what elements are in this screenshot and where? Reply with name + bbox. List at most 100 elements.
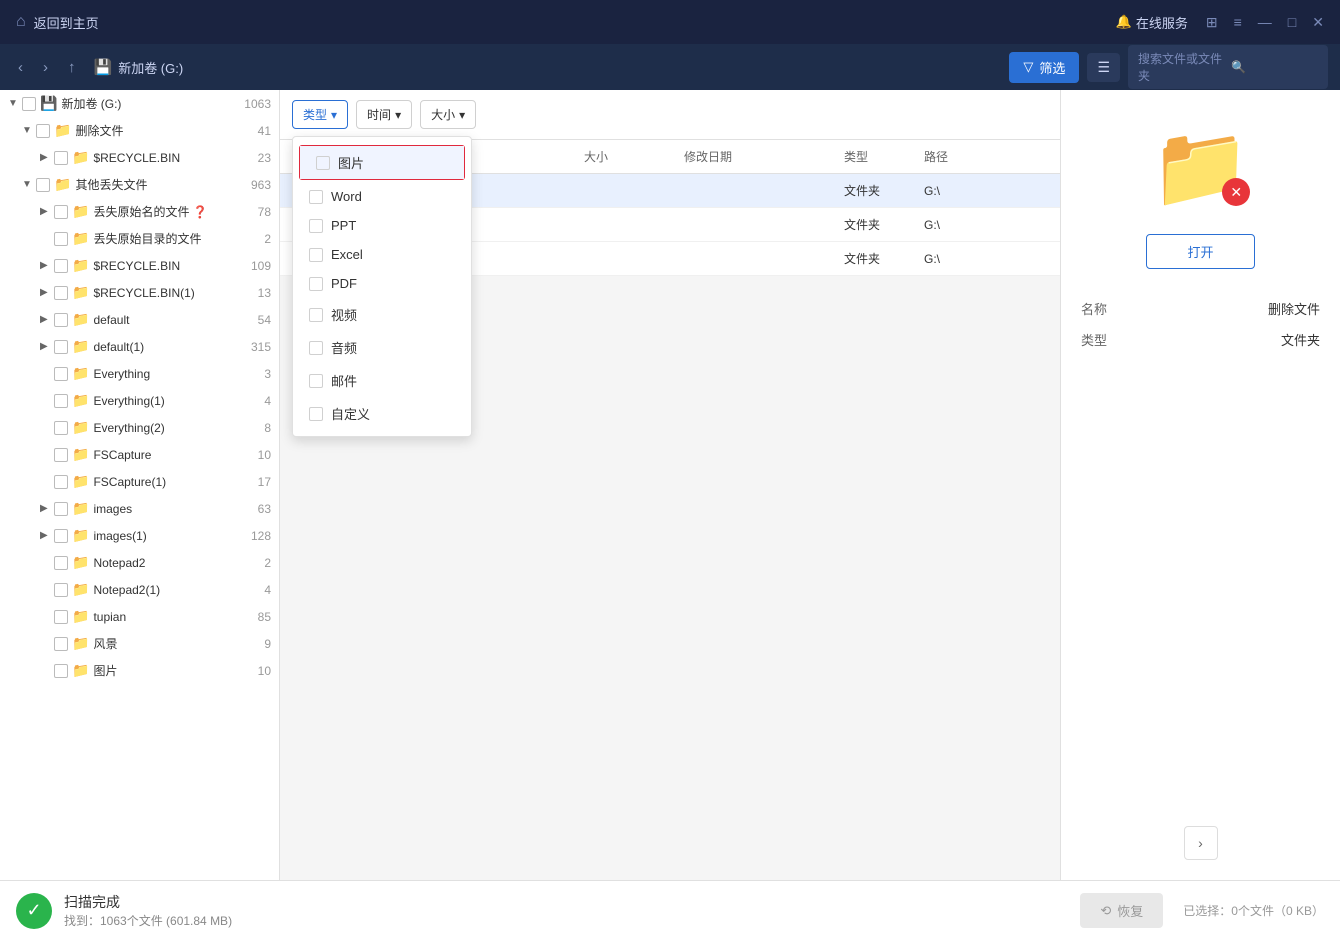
dropdown-item-pdf[interactable]: PDF <box>293 269 471 298</box>
tree-item-everything1[interactable]: 📁 Everything(1) 4 <box>0 387 279 414</box>
tree-item-images1[interactable]: ▶ 📁 images(1) 128 <box>0 522 279 549</box>
menu-button[interactable]: ☰ <box>1087 53 1120 82</box>
filter-icon: ▽ <box>1023 59 1033 75</box>
search-bar[interactable]: 搜索文件或文件夹 🔍 <box>1128 45 1328 89</box>
tree-checkbox[interactable] <box>54 394 68 408</box>
type-filter-dropdown[interactable]: 类型 ▾ <box>292 100 348 129</box>
tree-item-root[interactable]: ▼ 💾 新加卷 (G:) 1063 <box>0 90 279 117</box>
tree-item-tupian[interactable]: 📁 tupian 85 <box>0 603 279 630</box>
tree-checkbox[interactable] <box>54 664 68 678</box>
dropdown-item-excel[interactable]: Excel <box>293 240 471 269</box>
restore-button[interactable]: ⟲ 恢复 <box>1080 893 1163 928</box>
search-icon[interactable]: 🔍 <box>1231 60 1318 74</box>
forward-button[interactable]: › <box>37 55 54 80</box>
row-path: G:\ <box>924 184 1044 198</box>
tree-item-recycle1[interactable]: ▶ 📁 $RECYCLE.BIN 23 <box>0 144 279 171</box>
tree-count: 9 <box>241 637 271 651</box>
path-bar: 💾 新加卷 (G:) <box>94 58 184 77</box>
online-service[interactable]: 🔔 在线服务 <box>1116 13 1188 32</box>
tree-checkbox[interactable] <box>54 151 68 165</box>
dropdown-item-ppt[interactable]: PPT <box>293 211 471 240</box>
titlebar-right: 🔔 在线服务 ⊞ ≡ — □ ✕ <box>1116 13 1324 32</box>
tree-item-fscapture[interactable]: 📁 FSCapture 10 <box>0 441 279 468</box>
checkbox-email[interactable] <box>309 374 323 388</box>
tree-checkbox[interactable] <box>54 529 68 543</box>
tree-item-recycle2[interactable]: ▶ 📁 $RECYCLE.BIN 109 <box>0 252 279 279</box>
checkbox-image[interactable] <box>316 156 330 170</box>
tree-item-fscapture1[interactable]: 📁 FSCapture(1) 17 <box>0 468 279 495</box>
tree-item-scenery[interactable]: 📁 风景 9 <box>0 630 279 657</box>
dropdown-item-video[interactable]: 视频 <box>293 298 471 331</box>
checkbox-video[interactable] <box>309 308 323 322</box>
tree-item-everything[interactable]: 📁 Everything 3 <box>0 360 279 387</box>
tree-item-notepad2[interactable]: 📁 Notepad2 2 <box>0 549 279 576</box>
tree-item-deleted[interactable]: ▼ 📁 删除文件 41 <box>0 117 279 144</box>
grid-icon[interactable]: ⊞ <box>1206 14 1218 31</box>
tree-count: 54 <box>241 313 271 327</box>
close-icon[interactable]: ✕ <box>1312 14 1324 31</box>
menu-icon[interactable]: ≡ <box>1234 14 1242 31</box>
tree-checkbox[interactable] <box>54 286 68 300</box>
checkbox-pdf[interactable] <box>309 277 323 291</box>
tree-checkbox[interactable] <box>54 502 68 516</box>
dropdown-item-image[interactable]: 图片 <box>300 146 464 179</box>
folder-icon: 📁 <box>72 500 89 517</box>
tree-checkbox[interactable] <box>54 367 68 381</box>
audio-label: 音频 <box>331 338 357 357</box>
tree-item-picture[interactable]: 📁 图片 10 <box>0 657 279 684</box>
tree-count: 315 <box>241 340 271 354</box>
tree-checkbox[interactable] <box>54 637 68 651</box>
tree-item-lost-name[interactable]: ▶ 📁 丢失原始名的文件 ❓ 78 <box>0 198 279 225</box>
tree-checkbox[interactable] <box>54 583 68 597</box>
tree-checkbox[interactable] <box>54 340 68 354</box>
tree-checkbox[interactable] <box>54 205 68 219</box>
tree-checkbox[interactable] <box>54 610 68 624</box>
tree-item-default1[interactable]: ▶ 📁 default(1) 315 <box>0 333 279 360</box>
tree-checkbox[interactable] <box>54 421 68 435</box>
checkbox-custom[interactable] <box>309 407 323 421</box>
tree-item-everything2[interactable]: 📁 Everything(2) 8 <box>0 414 279 441</box>
tree-checkbox[interactable] <box>54 448 68 462</box>
tree-checkbox[interactable] <box>22 97 36 111</box>
checkbox-word[interactable] <box>309 190 323 204</box>
tree-checkbox[interactable] <box>54 475 68 489</box>
tree-checkbox[interactable] <box>54 313 68 327</box>
size-filter-dropdown[interactable]: 大小 ▾ <box>420 100 476 129</box>
open-button[interactable]: 打开 <box>1146 234 1254 269</box>
checkbox-audio[interactable] <box>309 341 323 355</box>
tree-count: 17 <box>241 475 271 489</box>
minimize-icon[interactable]: — <box>1258 14 1272 31</box>
tree-label: Everything(1) <box>93 394 237 408</box>
titlebar: ⌂ 返回到主页 🔔 在线服务 ⊞ ≡ — □ ✕ <box>0 0 1340 44</box>
tree-item-other[interactable]: ▼ 📁 其他丢失文件 963 <box>0 171 279 198</box>
expand-icon: ▶ <box>40 260 54 271</box>
tree-label: FSCapture <box>93 448 237 462</box>
tree-item-notepad21[interactable]: 📁 Notepad2(1) 4 <box>0 576 279 603</box>
checkbox-ppt[interactable] <box>309 219 323 233</box>
tree-checkbox[interactable] <box>36 124 50 138</box>
dropdown-item-email[interactable]: 邮件 <box>293 364 471 397</box>
tree-checkbox[interactable] <box>54 556 68 570</box>
row-type: 文件夹 <box>844 250 924 267</box>
tree-checkbox[interactable] <box>54 232 68 246</box>
tree-label: tupian <box>93 610 237 624</box>
dropdown-item-custom[interactable]: 自定义 <box>293 397 471 430</box>
dropdown-item-audio[interactable]: 音频 <box>293 331 471 364</box>
next-button[interactable]: › <box>1184 826 1218 860</box>
checkbox-excel[interactable] <box>309 248 323 262</box>
tree-item-lost-dir[interactable]: 📁 丢失原始目录的文件 2 <box>0 225 279 252</box>
tree-item-default[interactable]: ▶ 📁 default 54 <box>0 306 279 333</box>
tree-item-images[interactable]: ▶ 📁 images 63 <box>0 495 279 522</box>
dropdown-item-word[interactable]: Word <box>293 182 471 211</box>
home-label[interactable]: 返回到主页 <box>34 13 99 32</box>
tree-item-recycle3[interactable]: ▶ 📁 $RECYCLE.BIN(1) 13 <box>0 279 279 306</box>
tree-checkbox[interactable] <box>54 259 68 273</box>
back-button[interactable]: ‹ <box>12 55 29 80</box>
maximize-icon[interactable]: □ <box>1288 14 1296 31</box>
filter-button[interactable]: ▽ 筛选 <box>1009 52 1079 83</box>
time-filter-dropdown[interactable]: 时间 ▾ <box>356 100 412 129</box>
bell-icon: 🔔 <box>1116 14 1132 30</box>
tree-checkbox[interactable] <box>36 178 50 192</box>
size-filter-label: 大小 <box>431 106 455 123</box>
up-button[interactable]: ↑ <box>62 55 82 80</box>
